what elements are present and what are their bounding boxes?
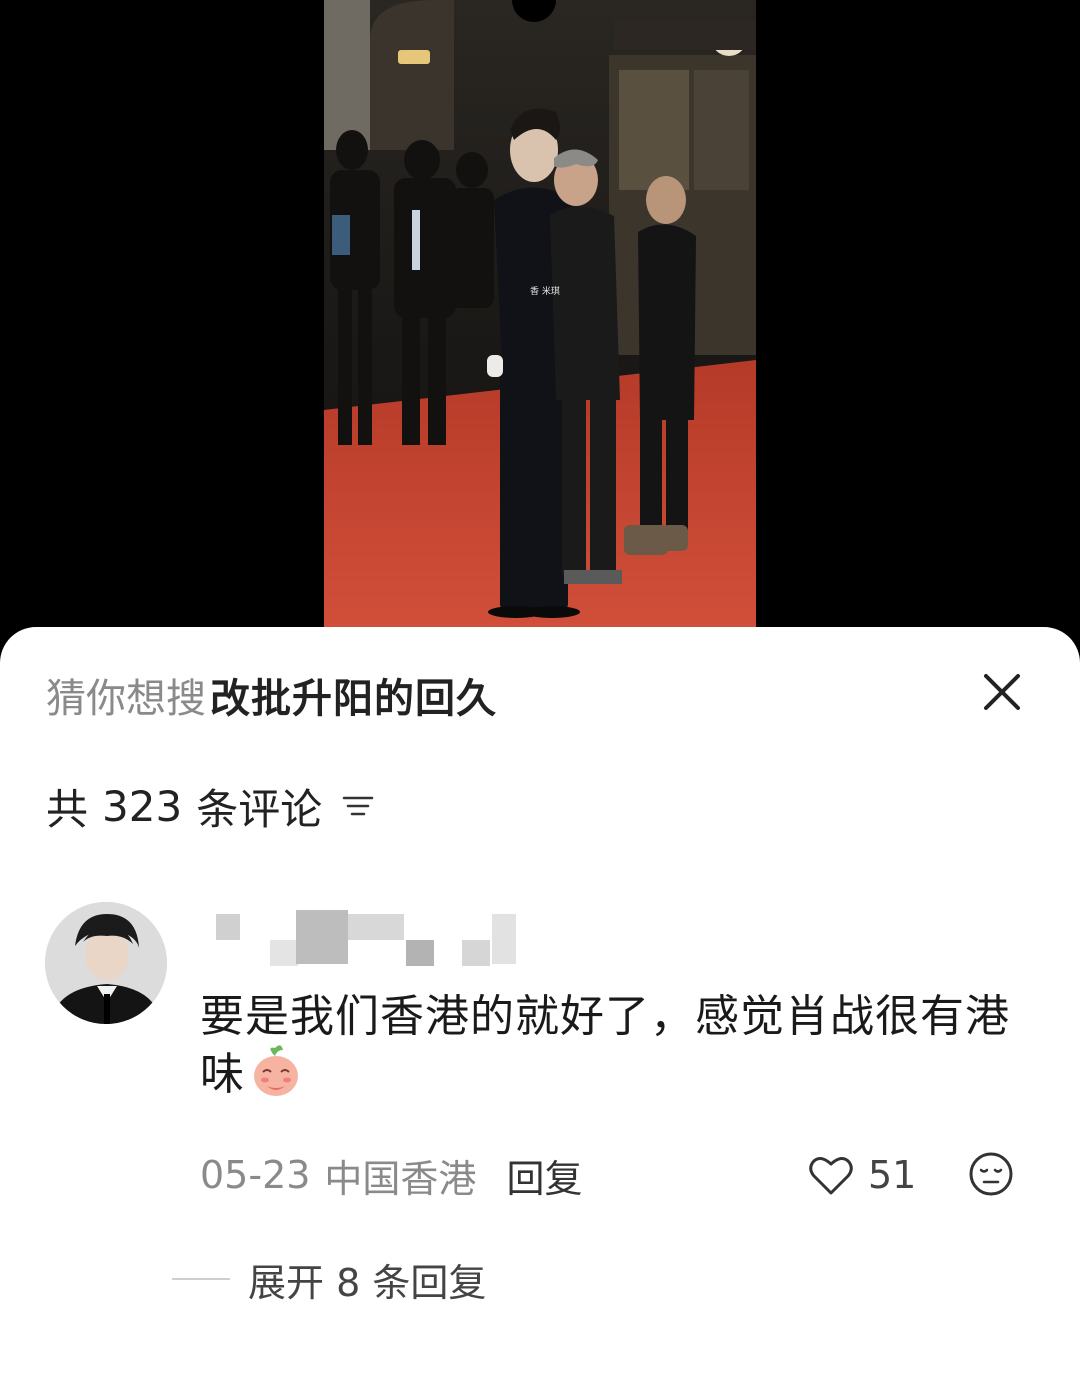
neutral-face-icon [969, 1152, 1013, 1196]
sort-icon[interactable] [342, 792, 374, 820]
video-frame-illustration: 香 米琪 [324, 0, 756, 640]
peach-emoji-icon [254, 1045, 298, 1096]
video-player[interactable]: 香 米琪 [324, 0, 756, 640]
dislike-button[interactable] [968, 1151, 1014, 1197]
comment-count-number: 323 [102, 781, 183, 831]
comment-count-suffix: 条评论 [196, 784, 323, 834]
comment-count-prefix: 共 [46, 784, 89, 834]
screen: 香 米琪 猜你想搜 改批升阳的回久 共 323 条评论 要是我们香港的就好了，感… [0, 0, 1080, 1394]
avatar-image [45, 902, 167, 1024]
avatar[interactable] [45, 902, 167, 1024]
comment-meta: 05-23 中国香港 回复 [200, 1148, 582, 1203]
search-suggestion-label: 猜你想搜 [46, 676, 206, 722]
like-count: 51 [868, 1153, 917, 1197]
divider-line [172, 1278, 230, 1280]
search-suggestion[interactable]: 猜你想搜 改批升阳的回久 [46, 666, 497, 724]
comment-body: 要是我们香港的就好了，感觉肖战很有港味 [200, 991, 1010, 1100]
expand-replies-label: 展开 8 条回复 [248, 1260, 487, 1305]
heart-icon [809, 1157, 853, 1195]
close-icon [984, 674, 1020, 710]
expand-replies[interactable]: 展开 8 条回复 [172, 1254, 487, 1305]
comment-text: 要是我们香港的就好了，感觉肖战很有港味 [200, 988, 1030, 1106]
comment-location: 中国香港 [324, 1156, 477, 1201]
close-button[interactable] [978, 668, 1026, 716]
search-suggestion-term[interactable]: 改批升阳的回久 [210, 666, 497, 724]
reply-button[interactable]: 回复 [506, 1148, 582, 1203]
video-watermark-text: 香 米琪 [530, 285, 560, 297]
username-redacted[interactable] [216, 910, 546, 968]
comment-date: 05-23 [200, 1153, 311, 1197]
like-button[interactable]: 51 [808, 1150, 916, 1200]
comment-count: 共 323 条评论 [46, 778, 374, 834]
